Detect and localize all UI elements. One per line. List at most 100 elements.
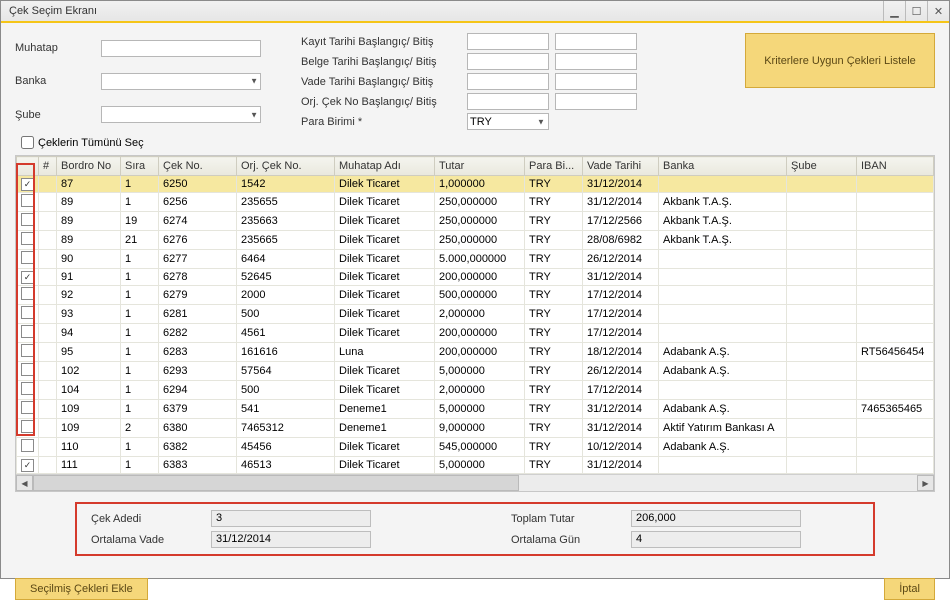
table-row[interactable]: 1021629357564Dilek Ticaret5,000000TRY26/… xyxy=(17,362,934,381)
vade-to-input[interactable] xyxy=(555,73,637,90)
table-row[interactable]: 89196274235663Dilek Ticaret250,000000TRY… xyxy=(17,212,934,231)
col-bordro[interactable]: Bordro No xyxy=(57,157,121,176)
muhatap-input[interactable] xyxy=(101,40,261,57)
col-checkbox xyxy=(17,157,39,176)
kayit-from-input[interactable] xyxy=(467,33,549,50)
horizontal-scrollbar[interactable]: ◀ ▶ xyxy=(16,474,934,491)
para-select[interactable] xyxy=(467,113,549,130)
row-checkbox[interactable] xyxy=(21,401,34,414)
col-iban[interactable]: IBAN xyxy=(857,157,934,176)
col-vade[interactable]: Vade Tarihi xyxy=(583,157,659,176)
row-checkbox[interactable] xyxy=(21,213,34,226)
belge-from-input[interactable] xyxy=(467,53,549,70)
window-title: Çek Seçim Ekranı xyxy=(1,1,883,21)
row-checkbox[interactable] xyxy=(21,287,34,300)
ortalama-gun-value: 4 xyxy=(631,531,801,548)
row-checkbox[interactable] xyxy=(21,325,34,338)
table-row[interactable]: 10416294500Dilek Ticaret2,000000TRY17/12… xyxy=(17,381,934,400)
table-row[interactable]: 9516283161616Luna200,000000TRY18/12/2014… xyxy=(17,343,934,362)
titlebar: Çek Seçim Ekranı ▁ ☐ ✕ xyxy=(1,1,949,23)
table-row[interactable]: 90162776464Dilek Ticaret5.000,000000TRY2… xyxy=(17,250,934,269)
scroll-thumb[interactable] xyxy=(33,475,519,491)
filters-right: Kriterlere Uygun Çekleri Listele xyxy=(745,33,935,130)
table-row[interactable]: ✓1111638346513Dilek Ticaret5,000000TRY31… xyxy=(17,457,934,474)
col-parabi[interactable]: Para Bi... xyxy=(525,157,583,176)
col-banka[interactable]: Banka xyxy=(659,157,787,176)
footer: Seçilmiş Çekleri Ekle İptal xyxy=(1,568,949,612)
table-row[interactable]: 109263807465312Deneme19,000000TRY31/12/2… xyxy=(17,419,934,438)
select-all-label: Çeklerin Tümünü Seç xyxy=(38,137,144,149)
toplam-tutar-label: Toplam Tutar xyxy=(511,513,621,525)
row-checkbox[interactable] xyxy=(21,306,34,319)
ortalama-gun-label: Ortalama Gün xyxy=(511,534,621,546)
scroll-right-button[interactable]: ▶ xyxy=(917,475,934,491)
filters-left: Muhatap Banka ▼ Şube ▼ xyxy=(15,33,261,130)
row-checkbox[interactable] xyxy=(21,251,34,264)
row-checkbox[interactable]: ✓ xyxy=(21,178,34,191)
toplam-tutar-value: 206,000 xyxy=(631,510,801,527)
muhatap-label: Muhatap xyxy=(15,42,95,54)
col-sira[interactable]: Sıra xyxy=(121,157,159,176)
orjcek-from-input[interactable] xyxy=(467,93,549,110)
filters-row: Muhatap Banka ▼ Şube ▼ Kayıt Tarihi Başl… xyxy=(15,33,935,130)
row-checkbox[interactable]: ✓ xyxy=(21,459,34,472)
table-row[interactable]: 94162824561Dilek Ticaret200,000000TRY17/… xyxy=(17,324,934,343)
vade-label: Vade Tarihi Başlangıç/ Bitiş xyxy=(301,76,461,88)
banka-select[interactable] xyxy=(101,73,261,90)
add-selected-button[interactable]: Seçilmiş Çekleri Ekle xyxy=(15,578,148,600)
list-checks-button[interactable]: Kriterlere Uygun Çekleri Listele xyxy=(745,33,935,88)
table-row[interactable]: 8916256235655Dilek Ticaret250,000000TRY3… xyxy=(17,193,934,212)
grid: # Bordro No Sıra Çek No. Orj. Çek No. Mu… xyxy=(15,155,935,492)
minimize-button[interactable]: ▁ xyxy=(883,1,905,21)
table-row[interactable]: 10916379541Deneme15,000000TRY31/12/2014A… xyxy=(17,400,934,419)
banka-label: Banka xyxy=(15,75,95,87)
cek-adedi-value: 3 xyxy=(211,510,371,527)
ortalama-vade-value: 31/12/2014 xyxy=(211,531,371,548)
close-button[interactable]: ✕ xyxy=(927,1,949,21)
select-all-checkbox[interactable] xyxy=(21,136,34,149)
col-sube[interactable]: Şube xyxy=(787,157,857,176)
orjcek-to-input[interactable] xyxy=(555,93,637,110)
orjcek-label: Orj. Çek No Başlangıç/ Bitiş xyxy=(301,96,461,108)
summary-box: Çek Adedi 3 Toplam Tutar 206,000 Ortalam… xyxy=(75,502,875,556)
col-tutar[interactable]: Tutar xyxy=(435,157,525,176)
table-row[interactable]: 92162792000Dilek Ticaret500,000000TRY17/… xyxy=(17,286,934,305)
row-checkbox[interactable] xyxy=(21,420,34,433)
app-window: Çek Seçim Ekranı ▁ ☐ ✕ Muhatap Banka ▼ Ş… xyxy=(0,0,950,579)
row-checkbox[interactable] xyxy=(21,363,34,376)
table-row[interactable]: ✓87162501542Dilek Ticaret1,000000TRY31/1… xyxy=(17,176,934,193)
content-area: Muhatap Banka ▼ Şube ▼ Kayıt Tarihi Başl… xyxy=(1,23,949,568)
col-muhatap[interactable]: Muhatap Adı xyxy=(335,157,435,176)
para-label: Para Birimi * xyxy=(301,116,461,128)
sube-label: Şube xyxy=(15,109,95,121)
grid-table: # Bordro No Sıra Çek No. Orj. Çek No. Mu… xyxy=(16,156,934,474)
grid-header-row: # Bordro No Sıra Çek No. Orj. Çek No. Mu… xyxy=(17,157,934,176)
scroll-track[interactable] xyxy=(33,475,917,491)
belge-label: Belge Tarihi Başlangıç/ Bitiş xyxy=(301,56,461,68)
sube-select[interactable] xyxy=(101,106,261,123)
table-row[interactable]: 1101638245456Dilek Ticaret545,000000TRY1… xyxy=(17,438,934,457)
table-row[interactable]: ✓911627852645Dilek Ticaret200,000000TRY3… xyxy=(17,269,934,286)
belge-to-input[interactable] xyxy=(555,53,637,70)
scroll-left-button[interactable]: ◀ xyxy=(16,475,33,491)
kayit-label: Kayıt Tarihi Başlangıç/ Bitiş xyxy=(301,36,461,48)
col-hash[interactable]: # xyxy=(39,157,57,176)
row-checkbox[interactable] xyxy=(21,382,34,395)
cek-adedi-label: Çek Adedi xyxy=(91,513,201,525)
col-cekno[interactable]: Çek No. xyxy=(159,157,237,176)
select-all-row[interactable]: Çeklerin Tümünü Seç xyxy=(21,136,935,149)
col-orjcek[interactable]: Orj. Çek No. xyxy=(237,157,335,176)
table-row[interactable]: 89216276235665Dilek Ticaret250,000000TRY… xyxy=(17,231,934,250)
row-checkbox[interactable] xyxy=(21,344,34,357)
row-checkbox[interactable] xyxy=(21,439,34,452)
table-row[interactable]: 9316281500Dilek Ticaret2,000000TRY17/12/… xyxy=(17,305,934,324)
row-checkbox[interactable] xyxy=(21,194,34,207)
row-checkbox[interactable] xyxy=(21,232,34,245)
kayit-to-input[interactable] xyxy=(555,33,637,50)
maximize-button[interactable]: ☐ xyxy=(905,1,927,21)
row-checkbox[interactable]: ✓ xyxy=(21,271,34,284)
vade-from-input[interactable] xyxy=(467,73,549,90)
cancel-button[interactable]: İptal xyxy=(884,578,935,600)
ortalama-vade-label: Ortalama Vade xyxy=(91,534,201,546)
filters-mid: Kayıt Tarihi Başlangıç/ Bitiş Belge Tari… xyxy=(301,33,637,130)
